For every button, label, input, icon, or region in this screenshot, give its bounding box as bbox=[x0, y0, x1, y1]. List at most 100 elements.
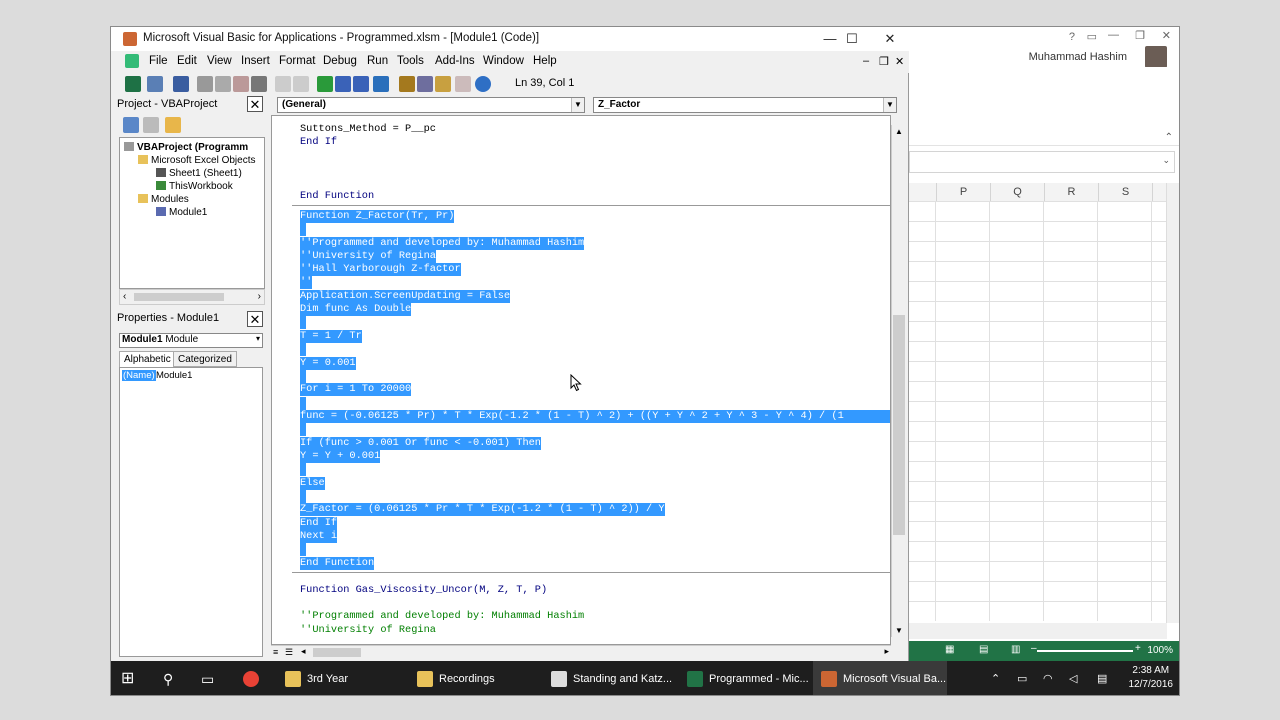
taskbar-item[interactable]: Recordings bbox=[409, 661, 533, 695]
properties-pane-close-icon[interactable]: ✕ bbox=[247, 311, 263, 327]
code-line[interactable]: End If bbox=[300, 136, 337, 149]
column-header[interactable]: Q bbox=[991, 183, 1045, 201]
code-line[interactable]: Suttons_Method = P__pc bbox=[300, 123, 436, 136]
save-icon[interactable] bbox=[173, 76, 189, 92]
taskbar-item[interactable]: 3rd Year bbox=[277, 661, 397, 695]
object-browser-icon[interactable] bbox=[435, 76, 451, 92]
view-excel-icon[interactable] bbox=[125, 76, 141, 92]
code-line-selected[interactable]: ''Programmed and developed by: Muhammad … bbox=[300, 237, 585, 250]
project-explorer-icon[interactable] bbox=[399, 76, 415, 92]
property-row[interactable]: (Name) Module1 bbox=[122, 370, 260, 383]
code-line-selected[interactable]: Function Z_Factor(Tr, Pr) bbox=[300, 210, 455, 223]
volume-icon[interactable]: ◁ bbox=[1069, 661, 1077, 695]
taskbar-chrome[interactable] bbox=[235, 661, 271, 695]
scroll-thumb[interactable] bbox=[313, 648, 361, 657]
code-line-selected[interactable]: Y = 0.001 bbox=[300, 357, 356, 370]
code-line-selected[interactable] bbox=[300, 223, 306, 236]
normal-view-icon[interactable]: ▦ bbox=[945, 644, 954, 655]
code-line-selected[interactable]: For i = 1 To 20000 bbox=[300, 383, 412, 396]
menu-help[interactable]: Help bbox=[533, 55, 557, 67]
code-vertical-scrollbar[interactable]: ▲ ▼ bbox=[891, 125, 906, 637]
code-line-selected[interactable]: If (func > 0.001 Or func < -0.001) Then bbox=[300, 437, 541, 450]
tab-alphabetic[interactable]: Alphabetic bbox=[119, 351, 176, 367]
tree-item-vbaproject[interactable]: VBAProject (Programm bbox=[124, 142, 248, 153]
code-editor[interactable]: Suttons_Method = P__pc End If End Functi… bbox=[271, 115, 891, 645]
menu-tools[interactable]: Tools bbox=[397, 55, 424, 67]
procedure-combo[interactable]: Z_Factor ▼ bbox=[593, 97, 897, 113]
redo-icon[interactable] bbox=[293, 76, 309, 92]
code-line-selected[interactable]: End Function bbox=[300, 557, 375, 570]
code-line[interactable]: End Function bbox=[300, 190, 374, 203]
excel-vertical-scrollbar[interactable] bbox=[1166, 183, 1179, 623]
zoom-level[interactable]: 100% bbox=[1147, 645, 1173, 656]
find-icon[interactable] bbox=[251, 76, 267, 92]
scroll-right-icon[interactable]: ▸ bbox=[884, 646, 889, 657]
project-pane-close-icon[interactable]: ✕ bbox=[247, 96, 263, 112]
properties-window-icon[interactable] bbox=[417, 76, 433, 92]
formula-expand-icon[interactable]: ⌄ bbox=[1162, 155, 1170, 166]
paste-icon[interactable] bbox=[233, 76, 249, 92]
excel-restore-button[interactable]: ❐ bbox=[1135, 29, 1145, 42]
help-icon[interactable]: ? bbox=[1069, 31, 1075, 43]
menu-run[interactable]: Run bbox=[367, 55, 388, 67]
start-button[interactable]: ⊞ bbox=[121, 661, 134, 695]
battery-icon[interactable]: ▭ bbox=[1017, 661, 1027, 695]
reset-icon[interactable] bbox=[353, 76, 369, 92]
excel-user-name[interactable]: Muhammad Hashim bbox=[1029, 51, 1127, 63]
menu-view[interactable]: View bbox=[207, 55, 232, 67]
insert-userform-icon[interactable] bbox=[147, 76, 163, 92]
design-mode-icon[interactable] bbox=[373, 76, 389, 92]
chevron-down-icon[interactable]: ▼ bbox=[571, 98, 584, 112]
taskbar-item[interactable]: Standing and Katz... bbox=[543, 661, 673, 695]
run-icon[interactable] bbox=[317, 76, 333, 92]
cut-icon[interactable] bbox=[197, 76, 213, 92]
column-header[interactable]: S bbox=[1099, 183, 1153, 201]
toolbox-icon[interactable] bbox=[455, 76, 471, 92]
zoom-out-button[interactable]: – bbox=[1031, 643, 1037, 654]
ribbon-display-icon[interactable]: ▭ bbox=[1087, 30, 1097, 43]
tree-item-excel-objects[interactable]: Microsoft Excel Objects bbox=[138, 155, 255, 166]
code-line-selected[interactable]: '' bbox=[300, 276, 313, 289]
toggle-folders-icon[interactable] bbox=[165, 117, 181, 133]
zoom-slider[interactable] bbox=[1037, 650, 1133, 652]
menu-insert[interactable]: Insert bbox=[241, 55, 270, 67]
page-break-icon[interactable]: ▥ bbox=[1011, 644, 1020, 655]
undo-icon[interactable] bbox=[275, 76, 291, 92]
vba-app-icon[interactable] bbox=[123, 32, 137, 46]
chevron-down-icon[interactable]: ▾ bbox=[256, 334, 260, 343]
code-line-selected[interactable]: T = 1 / Tr bbox=[300, 330, 362, 343]
full-module-view-icon[interactable]: ☰ bbox=[285, 647, 293, 658]
search-icon[interactable]: ⚲ bbox=[163, 661, 173, 695]
scroll-down-icon[interactable]: ▼ bbox=[895, 626, 903, 635]
scroll-right-icon[interactable]: › bbox=[258, 291, 261, 302]
scroll-left-icon[interactable]: ‹ bbox=[123, 291, 126, 302]
object-combo[interactable]: (General) ▼ bbox=[277, 97, 585, 113]
object-selector[interactable]: Module1 Module ▾ bbox=[119, 333, 263, 348]
column-header[interactable]: P bbox=[937, 183, 991, 201]
code-line-selected[interactable]: ''University of Regina bbox=[300, 250, 436, 263]
ribbon-collapse-icon[interactable]: ⌃ bbox=[1165, 132, 1173, 143]
code-line-selected[interactable] bbox=[300, 463, 306, 476]
tree-item-module1[interactable]: Module1 bbox=[156, 207, 207, 218]
child-minimize-icon[interactable]: – bbox=[863, 55, 869, 67]
scroll-left-icon[interactable]: ◂ bbox=[301, 646, 306, 657]
code-line-selected[interactable] bbox=[300, 423, 306, 436]
page-layout-icon[interactable]: ▤ bbox=[979, 644, 988, 655]
tree-item-modules[interactable]: Modules bbox=[138, 194, 189, 205]
chevron-down-icon[interactable]: ▼ bbox=[883, 98, 896, 112]
code-line-selected[interactable]: Else bbox=[300, 477, 325, 490]
menu-file[interactable]: File bbox=[149, 55, 168, 67]
child-close-icon[interactable]: ✕ bbox=[895, 55, 904, 68]
code-line[interactable]: ''University of Regina bbox=[300, 624, 436, 637]
code-line-selected[interactable]: Z_Factor = (0.06125 * Pr * T * Exp(-1.2 … bbox=[300, 503, 665, 516]
cell-grid[interactable] bbox=[909, 201, 1167, 621]
code-line-selected[interactable] bbox=[300, 543, 306, 556]
view-code-icon[interactable] bbox=[123, 117, 139, 133]
code-line-selected[interactable]: Next i bbox=[300, 530, 338, 543]
scroll-up-icon[interactable]: ▲ bbox=[895, 127, 903, 136]
menu-window[interactable]: Window bbox=[483, 55, 524, 67]
code-line-selected[interactable]: Dim func As Double bbox=[300, 303, 412, 316]
code-horizontal-scrollbar[interactable]: ≡ ☰ ◂ ▸ bbox=[271, 645, 891, 660]
scroll-thumb[interactable] bbox=[893, 315, 905, 535]
code-line-selected[interactable]: func = (-0.06125 * Pr) * T * Exp(-1.2 * … bbox=[300, 410, 890, 423]
